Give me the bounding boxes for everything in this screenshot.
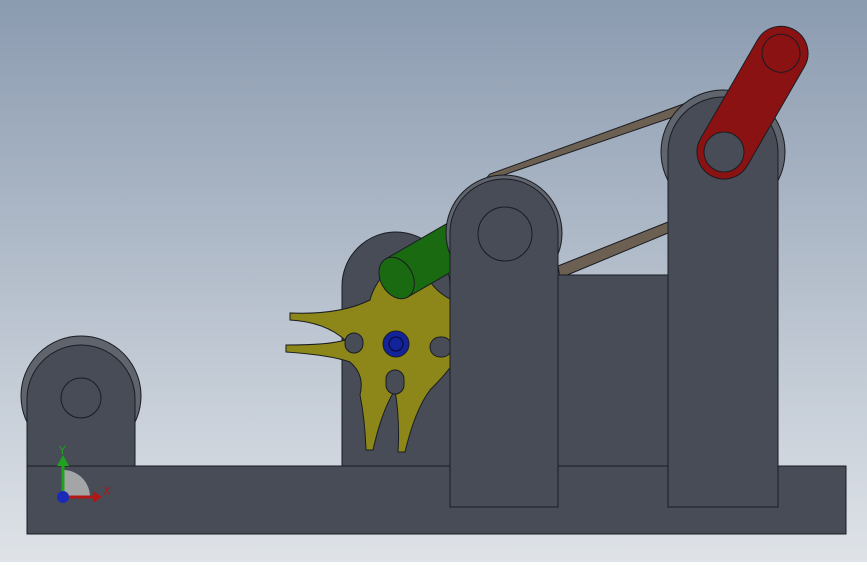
star-slot-bottom bbox=[385, 369, 405, 395]
star-hub-outer bbox=[382, 330, 410, 358]
x-axis-label: X bbox=[103, 485, 111, 498]
crank-pivot-hole bbox=[703, 131, 745, 173]
model-canvas[interactable]: Y X bbox=[0, 0, 867, 562]
middle-bracket-hole bbox=[477, 206, 533, 262]
y-axis-label: Y bbox=[58, 444, 66, 457]
rear-block[interactable] bbox=[557, 274, 669, 467]
left-bracket-hole bbox=[60, 377, 102, 419]
cad-viewport[interactable]: Y X bbox=[0, 0, 867, 562]
star-slot-left bbox=[344, 332, 364, 354]
z-axis-dot bbox=[57, 491, 69, 503]
star-slot-right bbox=[429, 336, 453, 358]
